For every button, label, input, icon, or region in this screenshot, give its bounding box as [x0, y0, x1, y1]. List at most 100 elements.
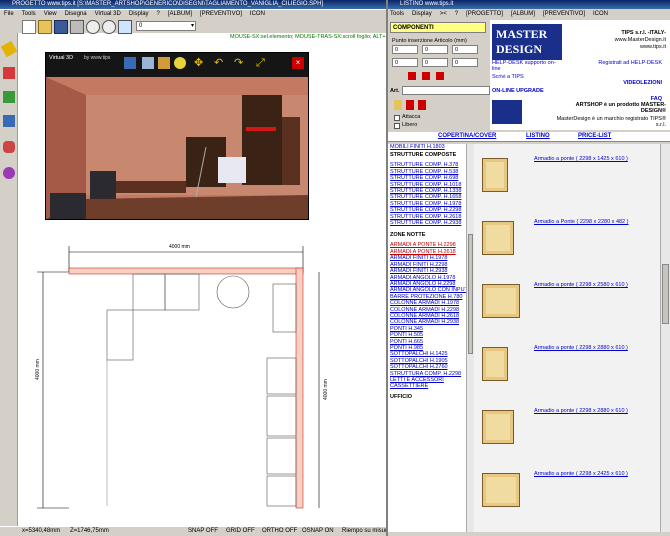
left-menu-item[interactable]: Display: [129, 11, 149, 17]
left-menu-item[interactable]: Disegna: [65, 11, 87, 17]
product-title[interactable]: Armadio a ponte ( 2298 x 2580 x 610 ): [534, 282, 628, 288]
list-item[interactable]: CASSETTIERE: [390, 383, 466, 389]
list-item[interactable]: ARMADI A PONTE H.2298: [390, 242, 466, 248]
list-item[interactable]: ARMADI ANGOLO CON INPUT: [390, 287, 466, 293]
render-icon[interactable]: [142, 57, 154, 69]
list-item[interactable]: COLONNE ARMADI H.2298: [390, 307, 466, 313]
wardrobe-thumbnail[interactable]: [482, 473, 520, 507]
tips-logo[interactable]: [492, 100, 522, 124]
coord-x-input[interactable]: 0: [392, 45, 418, 54]
left-menu-item[interactable]: View: [44, 11, 57, 17]
product-title[interactable]: Armadio a ponte ( 2298 x 1425 x 610 ): [534, 156, 628, 162]
rotate-right-icon[interactable]: ↷: [234, 57, 246, 69]
list-item[interactable]: STRUTTURE COMP. H.2298: [390, 207, 466, 213]
virtual-3d-viewer[interactable]: Virtual 3D by www.tips ✥ ↶ ↷ ⤢ ×: [45, 52, 309, 220]
componenti-field[interactable]: COMPONENTI: [390, 22, 486, 33]
attacca-checkbox[interactable]: [394, 115, 400, 121]
snap-toggle[interactable]: SNAP OFF: [188, 527, 218, 536]
list-item[interactable]: COLONNE ARMADI H.2938: [390, 319, 466, 325]
table-icon[interactable]: [418, 100, 426, 110]
product-card[interactable]: Armadio a ponte ( 2298 x 2880 x 610 ): [474, 404, 660, 464]
move-arrows-icon[interactable]: ✥: [194, 57, 206, 69]
right-menu-item[interactable]: ><: [440, 11, 447, 17]
brand-logo[interactable]: MASTER DESIGN: [492, 24, 562, 60]
left-menu-item[interactable]: Tools: [22, 11, 36, 17]
product-card[interactable]: Armadio a Ponte ( 2298 x 2280 x 482 ): [474, 215, 660, 275]
category-scroll-thumb[interactable]: [468, 234, 473, 354]
tab-listino[interactable]: LISTINO: [526, 132, 550, 141]
left-menu-item[interactable]: ?: [157, 11, 160, 17]
wardrobe-thumbnail[interactable]: [482, 284, 520, 318]
list-item[interactable]: COLONNE ARMADI H.1978: [390, 300, 466, 306]
insert-icon[interactable]: [408, 72, 416, 80]
right-menu-item[interactable]: ?: [455, 11, 458, 17]
left-menu-item[interactable]: [ALBUM]: [168, 11, 192, 17]
save-icon[interactable]: [54, 20, 68, 34]
right-menu-item[interactable]: [ALBUM]: [511, 11, 535, 17]
registrati-link[interactable]: Registrati ad HELP-DESK: [598, 60, 662, 66]
coord-c-input[interactable]: 0: [452, 58, 478, 67]
open-icon[interactable]: [38, 20, 52, 34]
coord-y-input[interactable]: 0: [422, 45, 448, 54]
pan-icon[interactable]: [118, 20, 132, 34]
product-card[interactable]: Armadio a ponte ( 2298 x 2880 x 610 ): [474, 341, 660, 401]
list-item[interactable]: STRUTTURE COMP. H.1658: [390, 194, 466, 200]
osnap-toggle[interactable]: OSNAP ON: [302, 527, 334, 536]
libero-checkbox[interactable]: [394, 123, 400, 129]
product-scroll-thumb[interactable]: [662, 264, 669, 324]
coord-b-input[interactable]: 0: [422, 58, 448, 67]
measure-icon[interactable]: [3, 91, 15, 103]
zoom-out-icon[interactable]: [102, 20, 116, 34]
product-card[interactable]: Armadio a ponte ( 2298 x 2425 x 610 ): [474, 467, 660, 527]
print-icon[interactable]: [70, 20, 84, 34]
tilt-icon[interactable]: ⤢: [256, 57, 268, 69]
company-url[interactable]: www.MasterDesign.it: [615, 37, 666, 43]
coord-z-input[interactable]: 0: [452, 45, 478, 54]
product-card[interactable]: Armadio a ponte ( 2298 x 1425 x 610 ): [474, 152, 660, 212]
videolezioni-link[interactable]: VIDEOLEZIONI: [623, 80, 662, 86]
camera-icon[interactable]: [124, 57, 136, 69]
right-menu-item[interactable]: ICON: [593, 11, 608, 17]
art-input[interactable]: [402, 86, 490, 95]
page-icon[interactable]: [394, 100, 402, 110]
mirror-icon[interactable]: [436, 72, 444, 80]
wardrobe-thumbnail[interactable]: [482, 158, 508, 192]
left-menu-item[interactable]: ICON: [250, 11, 265, 17]
ortho-toggle[interactable]: ORTHO OFF: [262, 527, 297, 536]
edit-icon[interactable]: [3, 67, 15, 79]
product-title[interactable]: Armadio a ponte ( 2298 x 2880 x 610 ): [534, 408, 628, 414]
left-menu-item[interactable]: Virtual 3D: [95, 11, 121, 17]
category-scrollbar[interactable]: [466, 144, 474, 532]
list-item[interactable]: ARMADI ANGOLO H.1978: [390, 275, 466, 281]
right-menu-item[interactable]: Display: [412, 11, 432, 17]
list-item[interactable]: STRUTTURE COMP. H.378: [390, 162, 466, 168]
product-scrollbar[interactable]: [660, 144, 670, 532]
new-icon[interactable]: [22, 20, 36, 34]
pencil-icon[interactable]: [0, 40, 18, 58]
zoom-in-icon[interactable]: [86, 20, 100, 34]
help-desk-link[interactable]: HELP-DESK supporto on-line: [492, 60, 560, 72]
light-icon[interactable]: [174, 57, 186, 69]
car-icon[interactable]: [3, 141, 15, 153]
left-menu-item[interactable]: [PREVENTIVO]: [200, 11, 242, 17]
grid-toggle[interactable]: GRID OFF: [226, 527, 255, 536]
left-menu-item[interactable]: File: [4, 11, 14, 17]
tab-price-list[interactable]: PRICE-LIST: [578, 132, 611, 141]
layer-select[interactable]: 0 ▾: [136, 21, 196, 31]
tab-copertina[interactable]: COPERTINA/COVER: [438, 132, 496, 141]
furniture-icon[interactable]: [3, 115, 15, 127]
list-item[interactable]: STRUTTURE COMP. H.2938: [390, 220, 466, 226]
scrivi-link[interactable]: Scrivi a TIPS: [492, 74, 524, 80]
wardrobe-thumbnail[interactable]: [482, 347, 508, 381]
close-icon[interactable]: ×: [292, 57, 304, 69]
product-title[interactable]: Armadio a Ponte ( 2298 x 2280 x 482 ): [534, 219, 628, 225]
wardrobe-thumbnail[interactable]: [482, 221, 514, 255]
palette-icon[interactable]: [3, 167, 15, 179]
wardrobe-thumbnail[interactable]: [482, 410, 514, 444]
coord-a-input[interactable]: 0: [392, 58, 418, 67]
list-item[interactable]: MOBILI FINITI H.1803: [390, 144, 466, 150]
texture-icon[interactable]: [158, 57, 170, 69]
product-title[interactable]: Armadio a ponte ( 2298 x 2425 x 610 ): [534, 471, 628, 477]
online-upgrade-link[interactable]: ON-LINE UPGRADE: [492, 88, 544, 94]
product-card[interactable]: Armadio a ponte ( 2298 x 2580 x 610 ): [474, 278, 660, 338]
